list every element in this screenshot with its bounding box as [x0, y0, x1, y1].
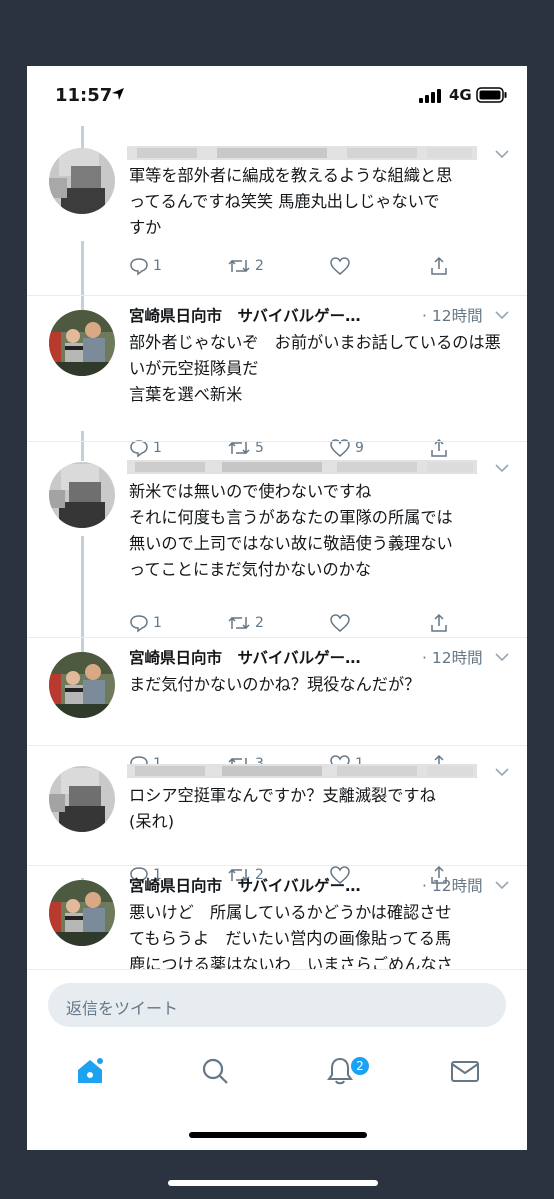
reply-button[interactable]: 1 [129, 613, 162, 633]
reply-icon [130, 615, 148, 633]
chevron-down-icon[interactable] [495, 652, 509, 662]
tweet-thread[interactable]: 軍等を部外者に編成を教えるような組織と思 ってるんですね笑笑 馬鹿丸出しじゃない… [27, 126, 527, 969]
avatar-blurred[interactable] [49, 462, 115, 528]
reply-placeholder: 返信をツイート [66, 999, 179, 1018]
share-button[interactable] [429, 256, 449, 276]
tweet-text: 軍等を部外者に編成を教えるような組織と思 ってるんですね笑笑 馬鹿丸出しじゃない… [129, 166, 453, 237]
tweet-time: · 12時間 [422, 649, 483, 667]
avatar[interactable] [49, 880, 115, 946]
tweet[interactable]: ロシア空挺軍なんですか？支離滅裂ですね (呆れ) 1 2 [27, 746, 527, 885]
like-button[interactable] [329, 613, 355, 633]
tweet[interactable]: 宮崎県日向市 サバイバルゲー…· 12時間まだ気付かないのかね？現役なんだが？1… [27, 638, 527, 774]
tab-home[interactable] [74, 1055, 106, 1091]
share-button[interactable] [429, 613, 449, 633]
tweet[interactable]: 新米では無いので使わないですね それに何度も言うがあなたの軍隊の所属では 無いの… [27, 442, 527, 638]
reply-icon [130, 258, 148, 276]
heart-icon [330, 257, 350, 275]
heart-icon [330, 614, 350, 632]
tweet-text: ロシア空挺軍なんですか？支離滅裂ですね (呆れ) [129, 786, 436, 831]
avatar-blurred[interactable] [49, 766, 115, 832]
reply-count: 1 [153, 615, 162, 631]
retweet-button[interactable]: 2 [227, 256, 264, 276]
tweet-text: まだ気付かないのかね？現役なんだが？ [129, 675, 421, 694]
reply-input[interactable]: 返信をツイート [48, 983, 506, 1027]
retweet-icon [228, 259, 250, 273]
share-icon [431, 256, 447, 275]
signal-icon [419, 88, 443, 107]
outer-home-indicator [168, 1180, 378, 1186]
retweet-button[interactable]: 2 [227, 613, 264, 633]
avatar[interactable] [49, 652, 115, 718]
reply-count: 1 [153, 258, 162, 274]
home-indicator [189, 1132, 367, 1138]
author-name[interactable]: 宮崎県日向市 サバイバルゲー… [129, 646, 361, 668]
chevron-down-icon[interactable] [495, 149, 509, 159]
location-arrow-icon [111, 86, 125, 105]
tweet-time: · 12時間 [422, 307, 483, 325]
blurred-author-name [127, 764, 477, 778]
retweet-count: 2 [255, 258, 264, 274]
status-time: 11:57 [55, 85, 113, 106]
tweet-text: 悪いけど 所属しているかどうかは確認させ てもらうよ だいたい営内の画像貼ってる… [129, 903, 453, 969]
reply-button[interactable]: 1 [129, 256, 162, 276]
battery-icon [476, 87, 508, 107]
tweet-time: · 12時間 [422, 877, 483, 895]
author-name[interactable]: 宮崎県日向市 サバイバルゲー… [129, 874, 361, 896]
share-icon [431, 613, 447, 632]
network-type: 4G [449, 86, 472, 104]
chevron-down-icon[interactable] [495, 767, 509, 777]
blurred-author-name [127, 146, 477, 160]
tab-bar: 2 [27, 1045, 527, 1105]
tweet[interactable]: 宮崎県日向市 サバイバルゲー… · 12時間部外者じゃないぞ お前がいまお話してい… [27, 296, 527, 458]
chevron-down-icon[interactable] [495, 880, 509, 890]
tweet[interactable]: 宮崎県日向市 サバイバルゲー… · 12時間悪いけど 所属しているかどうかは確認さ… [27, 866, 527, 969]
tab-messages[interactable] [449, 1055, 481, 1091]
avatar[interactable] [49, 310, 115, 376]
tweet-actions: 1 2 [129, 256, 459, 280]
reply-bar: 返信をツイート 2 [27, 969, 527, 1150]
status-bar: 11:57 4G [27, 66, 527, 126]
search-icon [202, 1058, 228, 1084]
tweet-text: 新米では無いので使わないですね それに何度も言うがあなたの軍隊の所属では 無いの… [129, 482, 453, 579]
notification-badge: 2 [349, 1055, 371, 1077]
chevron-down-icon[interactable] [495, 310, 509, 320]
avatar-blurred[interactable] [49, 148, 115, 214]
like-button[interactable] [329, 256, 355, 276]
blurred-author-name [127, 460, 477, 474]
author-name[interactable]: 宮崎県日向市 サバイバルゲー… [129, 304, 361, 326]
chevron-down-icon[interactable] [495, 463, 509, 473]
messages-icon [451, 1061, 479, 1082]
retweet-count: 2 [255, 615, 264, 631]
home-icon [78, 1058, 103, 1083]
tweet-text: 部外者じゃないぞ お前がいまお話しているのは悪いが元空挺隊員だ 言葉を選べ新米 [129, 333, 501, 404]
retweet-icon [228, 616, 250, 630]
tweet[interactable]: 軍等を部外者に編成を教えるような組織と思 ってるんですね笑笑 馬鹿丸出しじゃない… [27, 126, 527, 296]
tweet-actions: 12 [129, 613, 459, 637]
tab-search[interactable] [199, 1055, 231, 1091]
